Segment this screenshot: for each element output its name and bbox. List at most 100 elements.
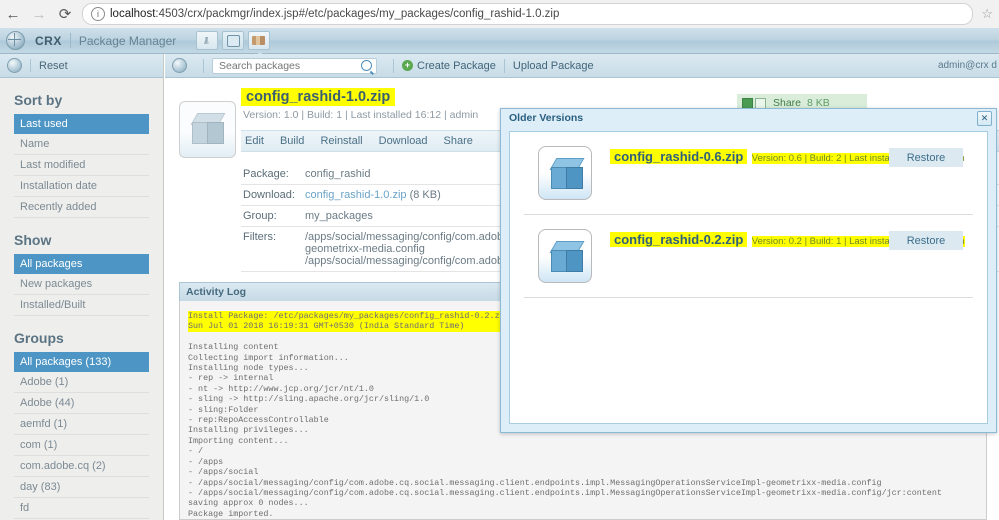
toolbar-divider-2 <box>393 58 394 73</box>
plus-icon: + <box>402 60 413 71</box>
cube-icon <box>549 241 585 273</box>
package-icon <box>179 101 236 158</box>
toolbar-divider-1 <box>203 58 204 73</box>
sidebar-item-group-day[interactable]: day (83) <box>14 477 149 498</box>
create-package-label: Create Package <box>417 59 496 72</box>
sidebar-item-recently-added[interactable]: Recently added <box>14 197 149 218</box>
version-row: config_rashid-0.2.zip Version: 0.2 | Bui… <box>524 223 973 298</box>
tool-window-icon[interactable] <box>222 31 245 50</box>
action-share[interactable]: Share <box>444 135 473 147</box>
sidebar-divider <box>30 59 31 72</box>
version-row: config_rashid-0.6.zip Version: 0.6 | Bui… <box>524 140 973 215</box>
restore-button[interactable]: Restore <box>889 231 963 250</box>
detail-label-filters: Filters: <box>243 231 276 243</box>
restore-button[interactable]: Restore <box>889 148 963 167</box>
refresh-icon[interactable] <box>7 58 22 73</box>
reload-icon[interactable]: ⟳ <box>52 1 78 27</box>
package-title: config_rashid-1.0.zip <box>241 88 396 106</box>
app-root: ← → ⟳ i localhost:4503/crx/packmgr/index… <box>0 0 999 520</box>
share-page-icon <box>755 97 766 109</box>
action-download[interactable]: Download <box>379 135 428 147</box>
download-size: (8 KB) <box>406 189 441 201</box>
crx-header: CRX Package Manager <box>0 28 999 54</box>
detail-value-group: my_packages <box>305 210 373 222</box>
cube-icon <box>190 113 226 145</box>
detail-value-package: config_rashid <box>305 168 371 180</box>
action-edit[interactable]: Edit <box>245 135 264 147</box>
forward-icon[interactable]: → <box>26 1 52 27</box>
sidebar-item-installed-built[interactable]: Installed/Built <box>14 295 149 316</box>
sidebar-item-last-used[interactable]: Last used <box>14 114 149 134</box>
sidebar-list-sort: Last used Name Last modified Installatio… <box>14 114 149 218</box>
sidebar-item-name[interactable]: Name <box>14 134 149 155</box>
sidebar-reset-bar[interactable]: Reset <box>0 54 163 78</box>
tool-package-icon[interactable] <box>248 31 271 50</box>
sidebar-item-group-adobe-1[interactable]: Adobe (1) <box>14 372 149 393</box>
search-box[interactable] <box>212 57 377 74</box>
sidebar: Reset Sort by Last used Name Last modifi… <box>0 54 164 520</box>
sidebar-section-groups: Groups All packages (133) Adobe (1) Adob… <box>0 330 163 520</box>
address-bar[interactable]: i localhost:4503/crx/packmgr/index.jsp#/… <box>82 3 974 25</box>
sidebar-item-last-modified[interactable]: Last modified <box>14 155 149 176</box>
crx-globe-icon <box>6 31 25 50</box>
crx-brand: CRX <box>35 33 62 48</box>
upload-package-label: Upload Package <box>512 59 594 72</box>
action-reinstall[interactable]: Reinstall <box>320 135 362 147</box>
create-package-button[interactable]: + Create Package <box>402 60 496 72</box>
sidebar-heading-show: Show <box>14 232 52 248</box>
url-text: localhost:4503/crx/packmgr/index.jsp#/et… <box>110 8 559 20</box>
download-link[interactable]: config_rashid-1.0.zip <box>305 189 407 201</box>
dialog-body: config_rashid-0.6.zip Version: 0.6 | Bui… <box>509 131 988 424</box>
package-version-icon <box>538 229 592 283</box>
sidebar-list-groups: All packages (133) Adobe (1) Adobe (44) … <box>14 352 149 520</box>
detail-label-package: Package: <box>243 168 289 180</box>
sidebar-list-show: All packages New packages Installed/Buil… <box>14 254 149 316</box>
sidebar-item-group-aemfd[interactable]: aemfd (1) <box>14 414 149 435</box>
sidebar-reset-label: Reset <box>39 59 68 72</box>
detail-label-download: Download: <box>243 189 295 201</box>
dialog-title: Older Versions <box>509 112 584 124</box>
cube-icon <box>549 158 585 190</box>
sidebar-section-show: Show All packages New packages Installed… <box>0 232 163 316</box>
activity-log-title: Activity Log <box>186 286 247 298</box>
crx-subtitle: Package Manager <box>78 33 177 48</box>
tool-chart-icon[interactable] <box>196 31 219 50</box>
sidebar-item-installation-date[interactable]: Installation date <box>14 176 149 197</box>
bookmark-star-icon[interactable]: ☆ <box>981 6 993 22</box>
detail-value-download: config_rashid-1.0.zip (8 KB) <box>305 189 441 201</box>
sidebar-item-group-adobe-44[interactable]: Adobe (44) <box>14 393 149 414</box>
restore-button-label: Restore <box>906 151 946 164</box>
sidebar-item-group-com[interactable]: com (1) <box>14 435 149 456</box>
version-name[interactable]: config_rashid-0.6.zip <box>610 149 748 164</box>
sidebar-heading-groups: Groups <box>14 330 64 346</box>
share-grid-icon <box>742 97 753 109</box>
sidebar-item-all-packages-show[interactable]: All packages <box>14 254 149 274</box>
toolbar-divider-3 <box>503 58 505 73</box>
main-refresh-icon[interactable] <box>172 58 187 73</box>
action-build[interactable]: Build <box>280 135 304 147</box>
close-icon[interactable]: ✕ <box>977 110 992 126</box>
search-icon[interactable] <box>361 60 372 71</box>
header-tool-group <box>196 31 271 50</box>
sidebar-item-new-packages[interactable]: New packages <box>14 274 149 295</box>
browser-toolbar: ← → ⟳ i localhost:4503/crx/packmgr/index… <box>0 0 999 29</box>
dialog-titlebar[interactable]: Older Versions ✕ <box>501 109 996 127</box>
detail-label-group: Group: <box>243 210 277 222</box>
search-input[interactable] <box>217 58 361 73</box>
sidebar-section-sort: Sort by Last used Name Last modified Ins… <box>0 92 163 218</box>
upload-package-button[interactable]: Upload Package <box>513 60 594 72</box>
admin-label: admin@crx d <box>937 60 997 71</box>
site-info-icon[interactable]: i <box>91 7 105 21</box>
url-host: localhost <box>110 8 156 20</box>
version-name[interactable]: config_rashid-0.2.zip <box>610 232 748 247</box>
restore-button-label: Restore <box>906 234 946 247</box>
back-icon[interactable]: ← <box>0 1 26 27</box>
sidebar-heading-sort: Sort by <box>14 92 63 108</box>
header-divider <box>69 33 71 48</box>
sidebar-item-group-all[interactable]: All packages (133) <box>14 352 149 372</box>
main-toolbar: + Create Package Upload Package admin@cr… <box>165 54 999 78</box>
package-version-icon <box>538 146 592 200</box>
sidebar-item-group-com-adobe-cq[interactable]: com.adobe.cq (2) <box>14 456 149 477</box>
sidebar-item-group-fd[interactable]: fd <box>14 498 149 519</box>
older-versions-dialog: Older Versions ✕ config_rashid-0.6.zip V… <box>500 108 997 433</box>
